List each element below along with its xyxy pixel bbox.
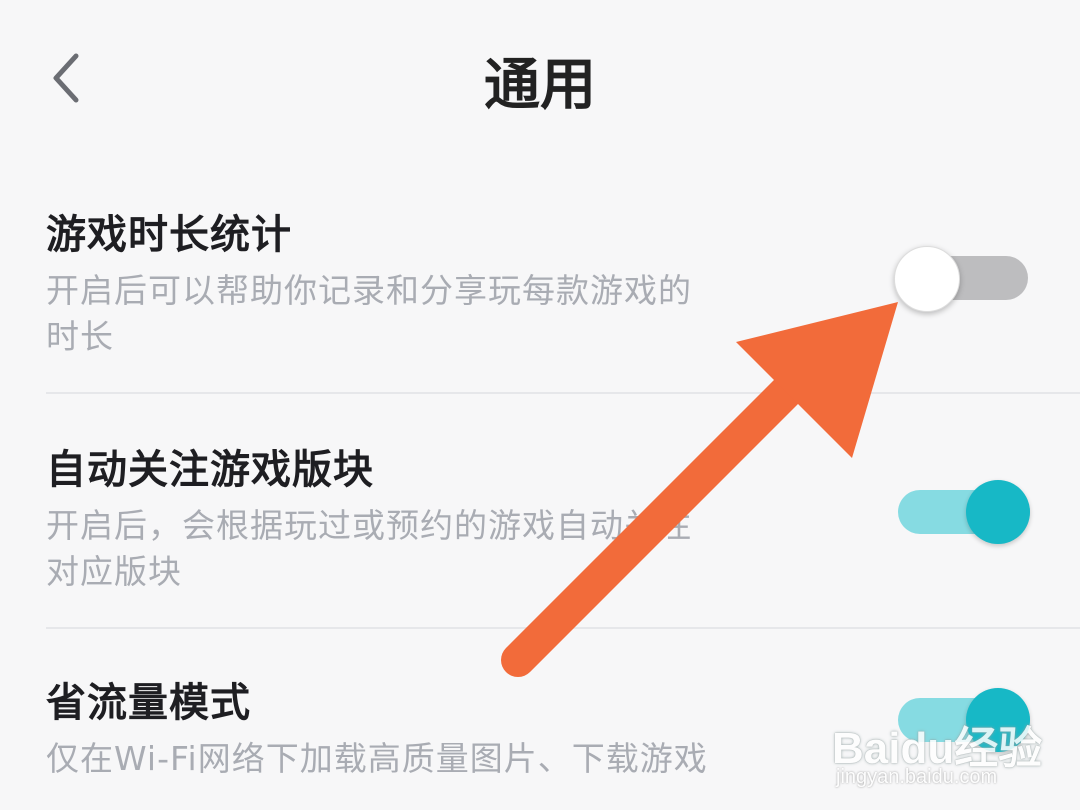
desc-line: 开启后，会根据玩过或预约的游戏自动关注	[46, 506, 692, 545]
toggle-knob	[894, 246, 960, 312]
setting-label: 省流量模式	[46, 680, 251, 726]
setting-row-game-time: 游戏时长统计 开启后可以帮助你记录和分享玩每款游戏的 时长	[0, 190, 1080, 395]
desc-line: 仅在Wi-Fi网络下加载高质量图片、下载游戏	[46, 739, 708, 778]
setting-description: 开启后，会根据玩过或预约的游戏自动关注 对应版块	[46, 503, 846, 595]
setting-description: 仅在Wi-Fi网络下加载高质量图片、下载游戏	[46, 736, 866, 782]
watermark: Baidu经验 jingyan.baidu.com	[832, 712, 1072, 802]
watermark-url: jingyan.baidu.com	[836, 766, 998, 788]
setting-description: 开启后可以帮助你记录和分享玩每款游戏的 时长	[46, 268, 846, 360]
desc-line: 对应版块	[46, 552, 182, 591]
desc-line: 时长	[46, 317, 114, 356]
divider	[46, 627, 1080, 629]
header: 通用	[0, 0, 1080, 150]
setting-label: 游戏时长统计	[46, 212, 292, 258]
divider	[46, 392, 1080, 394]
setting-label: 自动关注游戏版块	[46, 447, 374, 493]
desc-line: 开启后可以帮助你记录和分享玩每款游戏的	[46, 271, 692, 310]
setting-row-auto-follow: 自动关注游戏版块 开启后，会根据玩过或预约的游戏自动关注 对应版块	[0, 425, 1080, 630]
toggle-knob	[966, 480, 1030, 544]
page-title: 通用	[484, 53, 596, 118]
